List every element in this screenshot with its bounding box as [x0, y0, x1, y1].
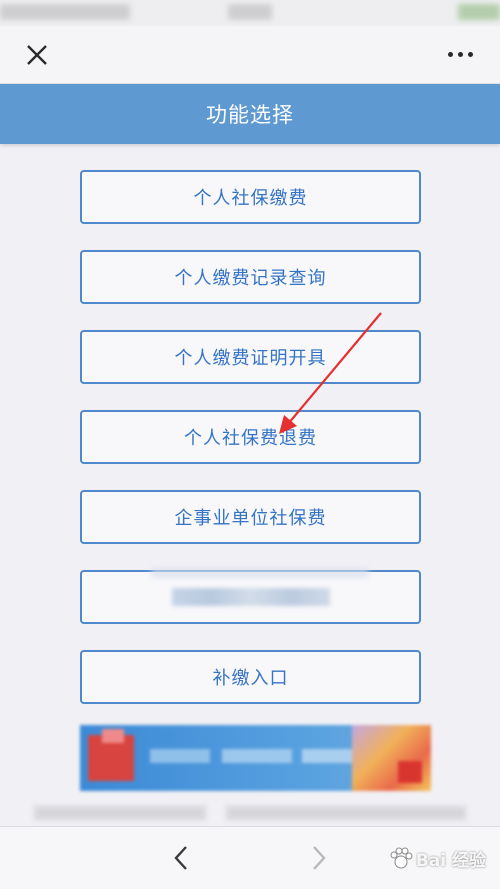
menu-button-personal-refund[interactable]: 个人社保费退费 [80, 410, 421, 464]
status-bar-time-blur [228, 4, 272, 20]
menu-button-label: 个人社保缴费 [193, 188, 308, 209]
blurred-footer-text [34, 806, 206, 820]
chevron-left-icon[interactable] [168, 843, 196, 873]
chevron-right-icon[interactable] [304, 843, 332, 873]
menu-button-enterprise-fee[interactable]: 企事业单位社保费 [80, 490, 421, 544]
menu-button-label: 个人社保费退费 [184, 428, 317, 449]
banner-image-blur [102, 729, 124, 743]
menu-button-label: 企事业单位社保费 [174, 508, 327, 529]
menu-button-label: 个人缴费证明开具 [174, 348, 327, 369]
watermark: Bai 经验 [388, 845, 486, 871]
banner-text-blur [302, 749, 352, 763]
paw-icon [390, 847, 413, 869]
menu-button-back-payment[interactable]: 补缴入口 [80, 650, 421, 704]
banner-text-blur [222, 749, 292, 763]
bottom-nav-bar: Bai 经验 [0, 826, 500, 889]
menu-button-personal-payment[interactable]: 个人社保缴费 [80, 170, 421, 224]
menu-button-payment-record-query[interactable]: 个人缴费记录查询 [80, 250, 421, 304]
title-bar: 功能选择 [0, 84, 500, 144]
promo-banner[interactable] [80, 725, 431, 791]
status-bar-battery-blur [458, 4, 500, 20]
menu-button-blurred[interactable] [80, 570, 421, 624]
nav-bar [0, 26, 500, 84]
banner-graphic-blur [398, 761, 422, 783]
menu-button-label: 个人缴费记录查询 [174, 268, 327, 289]
menu-button-payment-certificate[interactable]: 个人缴费证明开具 [80, 330, 421, 384]
page-title: 功能选择 [206, 103, 294, 127]
banner-text-blur [150, 749, 210, 763]
close-icon[interactable] [24, 42, 50, 68]
status-bar-left-blur [0, 4, 130, 20]
blurred-decoration [150, 568, 370, 578]
more-icon[interactable] [448, 50, 474, 60]
status-bar [0, 0, 500, 26]
blurred-label [171, 588, 330, 606]
function-menu: 个人社保缴费 个人缴费记录查询 个人缴费证明开具 个人社保费退费 企事业单位社保… [80, 170, 421, 730]
watermark-text: Bai 经验 [415, 850, 486, 871]
blurred-footer-text [226, 806, 466, 820]
menu-button-label: 补缴入口 [212, 668, 289, 689]
